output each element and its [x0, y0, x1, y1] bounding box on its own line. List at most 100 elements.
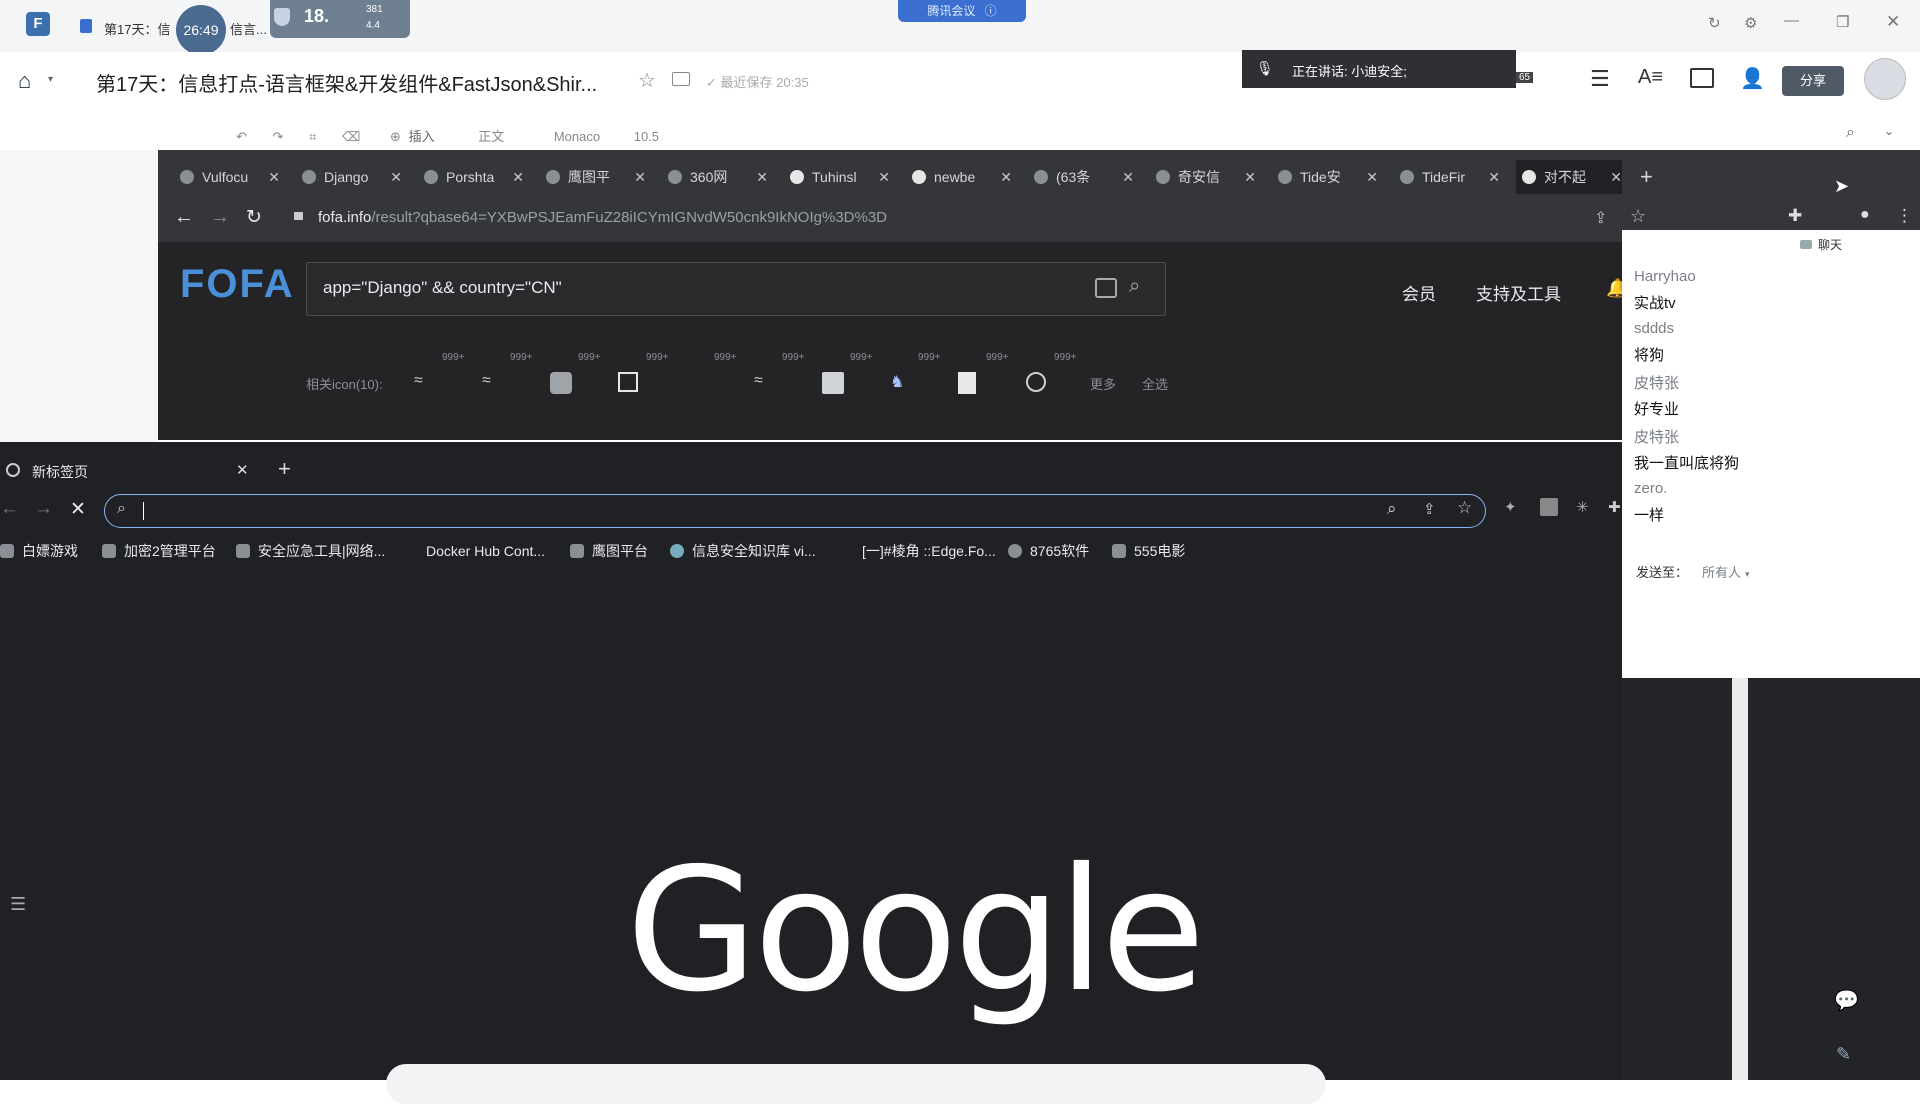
bookmark-item[interactable]: 鹰图平台 — [570, 534, 648, 568]
globe-favicon-icon[interactable] — [1026, 372, 1046, 392]
share-icon[interactable]: ⇪ — [1423, 500, 1436, 518]
bookmark-item[interactable]: [一]#棱角 ::Edge.Fo... — [862, 534, 996, 568]
close-icon[interactable]: ✕ — [878, 160, 890, 194]
text-style-icon[interactable]: A≡ — [1638, 66, 1663, 89]
extension-icon[interactable]: ✚ — [1788, 206, 1802, 226]
doc-tab-title[interactable]: 第17天：信 — [104, 19, 170, 38]
close-icon[interactable]: ✕ — [268, 160, 280, 194]
chevron-down-icon[interactable]: ▾ — [48, 74, 53, 85]
chat-input[interactable] — [1636, 590, 1906, 668]
present-icon[interactable] — [1690, 68, 1714, 88]
profile-icon[interactable]: ● — [1860, 206, 1870, 224]
format-painter-icon[interactable]: ⌗ — [309, 129, 316, 144]
doc-title[interactable]: 第17天：信息打点-语言框架&开发组件&FastJson&Shir... — [96, 68, 597, 97]
close-icon[interactable]: ✕ — [1244, 160, 1256, 194]
bookmark-item[interactable]: Docker Hub Cont... — [426, 534, 545, 568]
extension-icon[interactable]: ✳ — [1576, 498, 1589, 516]
tab-porshta[interactable]: Porshta ✕ — [424, 160, 524, 194]
extension-icon[interactable] — [1540, 498, 1558, 516]
new-tab-button[interactable]: + — [278, 456, 291, 482]
cat-favicon-icon[interactable]: ♞ — [890, 372, 912, 394]
new-tab-button[interactable]: + — [1640, 164, 1653, 190]
chevron-down-icon[interactable]: ⌄ — [1884, 124, 1894, 138]
django-favicon-icon[interactable]: ≈ — [482, 372, 504, 394]
newtab-tab[interactable]: 新标签页 ✕ — [0, 454, 260, 488]
folder-icon[interactable] — [672, 72, 690, 86]
tab-vulfocus[interactable]: Vulfocu ✕ — [180, 160, 280, 194]
puzzle-icon[interactable]: ✚ — [1608, 498, 1621, 516]
settings-icon[interactable]: ⚙ — [1744, 14, 1757, 32]
close-icon[interactable]: ✕ — [236, 461, 249, 479]
bookmark-star-icon[interactable]: ☆ — [1457, 498, 1472, 518]
font-select[interactable]: Monaco — [554, 129, 600, 144]
frame-favicon-icon[interactable] — [618, 372, 638, 392]
tab-360[interactable]: 360网 ✕ — [668, 160, 768, 194]
size-select[interactable]: 10.5 — [634, 129, 659, 144]
home-icon[interactable]: ⌂ — [18, 68, 31, 94]
bookmark-item[interactable]: 安全应急工具|网络... — [236, 534, 385, 568]
close-icon[interactable]: ✕ — [1366, 160, 1378, 194]
close-icon[interactable]: ✕ — [1000, 160, 1012, 194]
bookmark-item[interactable]: 白嫖游戏 — [0, 534, 78, 568]
style-select[interactable]: 正文 — [478, 129, 504, 144]
tab-django[interactable]: Django ✕ — [302, 160, 402, 194]
chat-bubble-icon[interactable]: 💬 — [1834, 988, 1859, 1013]
google-search-box[interactable] — [386, 1064, 1326, 1104]
tab-active-error[interactable]: 对不起 ✕ — [1516, 160, 1622, 194]
close-window-icon[interactable]: ✕ — [1886, 12, 1900, 32]
fofa-search-input[interactable]: app="Django" && country="CN" ⌕ — [306, 262, 1166, 316]
scrollbar[interactable] — [1732, 678, 1748, 1080]
zoom-icon[interactable]: ⌕ — [1387, 499, 1397, 519]
pen-icon[interactable]: ✎ — [1836, 1044, 1851, 1065]
insert-icon[interactable]: ⊕ — [390, 129, 401, 144]
close-icon[interactable]: ✕ — [1122, 160, 1134, 194]
close-icon[interactable]: ✕ — [1488, 160, 1500, 194]
send-to-select[interactable]: 所有人 ▾ — [1702, 562, 1750, 581]
share-button[interactable]: 分享 — [1782, 66, 1844, 96]
close-icon[interactable]: ✕ — [756, 160, 768, 194]
reload-icon[interactable]: ↻ — [246, 206, 262, 229]
search-icon[interactable]: ⌕ — [1129, 275, 1140, 298]
tab-hunter[interactable]: 鹰图平 ✕ — [546, 160, 646, 194]
fofa-logo[interactable]: FOFA — [180, 262, 295, 307]
nav-tools[interactable]: 支持及工具 — [1476, 280, 1561, 305]
django-favicon-icon[interactable]: ≈ — [754, 372, 776, 394]
close-icon[interactable]: ✕ — [390, 160, 402, 194]
stop-icon[interactable]: ✕ — [70, 498, 86, 521]
bookmark-star-icon[interactable]: ☆ — [1630, 206, 1646, 227]
forward-icon[interactable]: → — [34, 498, 53, 520]
m-favicon-icon[interactable] — [958, 372, 976, 394]
bookmark-item[interactable]: 555电影 — [1112, 534, 1185, 568]
related-select-all[interactable]: 全选 — [1142, 374, 1168, 393]
eraser-icon[interactable]: ⌫ — [342, 129, 360, 144]
omnibox-input[interactable]: ⌕ ⌕ ⇪ ☆ — [104, 494, 1486, 528]
django-favicon-icon[interactable]: ≈ — [414, 372, 436, 394]
meeting-badge[interactable]: 腾讯会议 ⓘ — [898, 0, 1026, 22]
bookmark-item[interactable]: 加密2管理平台 — [102, 534, 216, 568]
sidebar-list-icon[interactable]: ☰ — [10, 894, 26, 915]
undo-icon[interactable]: ↶ — [236, 129, 247, 144]
add-user-icon[interactable]: 👤 — [1740, 66, 1765, 91]
nav-member[interactable]: 会员 — [1402, 280, 1436, 305]
share-icon[interactable]: ⇪ — [1594, 208, 1607, 228]
insert-menu[interactable]: 插入 — [409, 129, 435, 144]
tab-tidefinger[interactable]: TideFir ✕ — [1400, 160, 1500, 194]
minimize-icon[interactable]: — — [1784, 12, 1799, 29]
bookmark-item[interactable]: 8765软件 — [1008, 534, 1089, 568]
fofa-url[interactable]: fofa.info/result?qbase64=YXBwPSJEamFuZ28… — [318, 209, 887, 226]
star-icon[interactable]: ☆ — [638, 68, 656, 93]
close-icon[interactable]: ✕ — [1610, 160, 1622, 194]
back-icon[interactable]: ← — [174, 206, 194, 229]
extension-icon[interactable]: ✦ — [1504, 498, 1517, 516]
back-icon[interactable]: ← — [0, 498, 19, 520]
redo-icon[interactable]: ↷ — [273, 129, 284, 144]
close-icon[interactable]: ✕ — [634, 160, 646, 194]
image-search-icon[interactable] — [1095, 278, 1117, 298]
tab-github-tuhinsl[interactable]: Tuhinsl ✕ — [790, 160, 890, 194]
bookmark-item[interactable]: 信息安全知识库 vi... — [670, 534, 816, 568]
app-favicon-icon[interactable] — [550, 372, 572, 394]
refresh-icon[interactable]: ↻ — [1708, 14, 1721, 32]
related-more-link[interactable]: 更多 — [1090, 374, 1116, 393]
search-icon[interactable]: ⌕ — [1846, 124, 1855, 142]
window-favicon-icon[interactable] — [822, 372, 844, 394]
